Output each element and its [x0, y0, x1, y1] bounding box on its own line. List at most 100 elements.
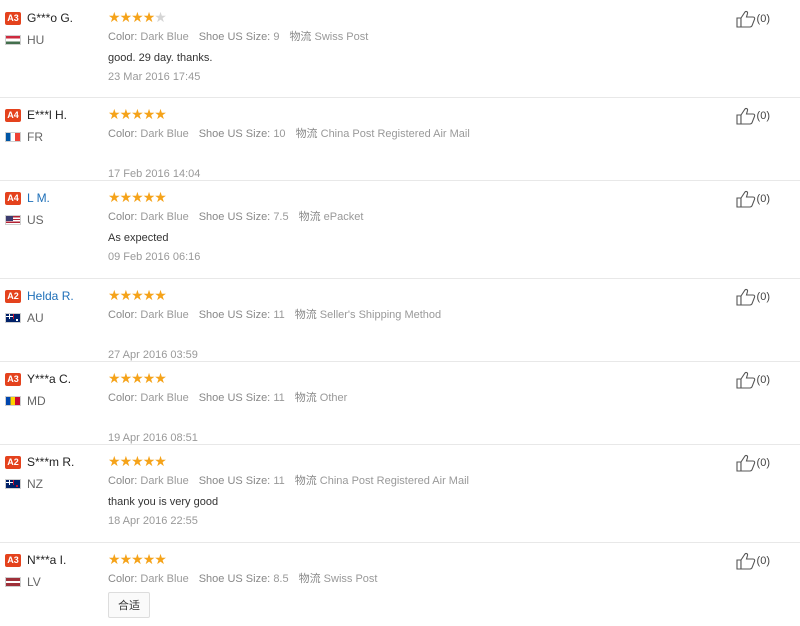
- helpful-button[interactable]: (0): [735, 552, 770, 570]
- shipping-label: 物流: [294, 392, 317, 404]
- shipping-label: 物流: [295, 128, 318, 140]
- color-value: Dark Blue: [140, 31, 189, 43]
- country-code: US: [27, 213, 44, 227]
- thumbs-up-icon[interactable]: [735, 454, 756, 472]
- star-icon: ★: [108, 551, 121, 567]
- star-icon: ★: [154, 189, 167, 205]
- thumbs-up-icon[interactable]: [735, 552, 756, 570]
- star-icon: ★: [142, 189, 156, 205]
- review-item: A4 E***l H. FR ★★★★★ Color: Dark Blue Shoe US…: [0, 97, 800, 181]
- star-icon: ★: [142, 106, 156, 122]
- review-item: A3 N***a I. LV ★★★★★ Color: Dark Blue Shoe US…: [0, 542, 800, 626]
- review-item: A3 G***o G. HU ★★★★★ Color: Dark Blue Shoe US…: [0, 0, 800, 98]
- buyer-level-badge: A2: [5, 455, 21, 469]
- review-date: 17 Feb 2016 14:04: [108, 168, 201, 180]
- star-icon: ★: [154, 106, 167, 122]
- star-icon: ★: [131, 189, 144, 205]
- reviewer-name[interactable]: L M.: [27, 191, 50, 205]
- country-code: AU: [27, 311, 44, 325]
- star-icon: ★: [108, 453, 121, 469]
- thumbs-up-icon[interactable]: [735, 190, 756, 208]
- review-text-empty: [108, 412, 708, 426]
- thumbs-up-icon[interactable]: [735, 10, 756, 28]
- helpful-count: (0): [756, 457, 770, 469]
- country-flag-icon: [5, 215, 21, 225]
- reviewer-name-line: A4 L M.: [5, 190, 105, 206]
- country-code: MD: [27, 394, 46, 408]
- reviewer-name-line: A2 Helda R.: [5, 288, 105, 304]
- color-value: Dark Blue: [140, 392, 189, 404]
- size-label: Shoe US Size:: [198, 128, 271, 140]
- country-flag-icon: [5, 35, 21, 45]
- reviewer-country: FR: [5, 130, 105, 144]
- reviewer-name: Y***a C.: [27, 372, 72, 386]
- helpful-count: (0): [756, 374, 770, 386]
- reviewer-info: A4 L M. US: [5, 190, 105, 227]
- review-date: 19 Apr 2016 08:51: [108, 432, 198, 444]
- review-content: ★★★★★ Color: Dark Blue Shoe US Size: 8.5 物流…: [108, 552, 708, 618]
- helpful-button[interactable]: (0): [735, 10, 770, 28]
- star-icon: ★: [131, 551, 144, 567]
- helpful-button[interactable]: (0): [735, 371, 770, 389]
- star-icon: ★: [131, 106, 144, 122]
- reviewer-name: N***a I.: [27, 553, 67, 567]
- star-icon: ★: [154, 551, 167, 567]
- reviewer-country: LV: [5, 575, 105, 589]
- size-value: 10: [273, 128, 286, 140]
- reviewer-info: A3 Y***a C. MD: [5, 371, 105, 408]
- review-date: 27 Apr 2016 03:59: [108, 349, 198, 361]
- helpful-button[interactable]: (0): [735, 190, 770, 208]
- helpful-button[interactable]: (0): [735, 288, 770, 306]
- reviewer-country: MD: [5, 394, 105, 408]
- star-icon: ★: [154, 9, 167, 25]
- buyer-level-badge: A3: [5, 372, 21, 386]
- shipping-value: Swiss Post: [314, 31, 369, 43]
- star-icon: ★: [119, 189, 133, 205]
- order-attributes: Color: Dark Blue Shoe US Size: 7.5 物流 ePac…: [108, 210, 708, 224]
- order-attributes: Color: Dark Blue Shoe US Size: 11 物流 China…: [108, 474, 708, 488]
- color-label: Color:: [108, 573, 138, 585]
- star-icon: ★: [108, 106, 121, 122]
- size-value: 8.5: [273, 573, 289, 585]
- helpful-button[interactable]: (0): [735, 454, 770, 472]
- reviewer-info: A3 N***a I. LV: [5, 552, 105, 589]
- country-code: LV: [27, 575, 41, 589]
- shipping-label: 物流: [289, 31, 312, 43]
- reviewer-name: G***o G.: [27, 11, 74, 25]
- color-label: Color:: [108, 309, 138, 321]
- buyer-level-badge: A4: [5, 108, 21, 122]
- review-text-empty: [108, 148, 708, 162]
- size-value: 11: [273, 475, 285, 487]
- order-attributes: Color: Dark Blue Shoe US Size: 11 物流 Selle…: [108, 308, 708, 322]
- reviewer-name-line: A2 S***m R.: [5, 454, 105, 470]
- size-label: Shoe US Size:: [198, 31, 271, 43]
- review-tag: 合适: [108, 592, 150, 618]
- thumbs-up-icon[interactable]: [735, 371, 756, 389]
- thumbs-up-icon[interactable]: [735, 107, 756, 125]
- star-icon: ★: [154, 453, 167, 469]
- reviewer-info: A2 Helda R. AU: [5, 288, 105, 325]
- review-content: ★★★★★ Color: Dark Blue Shoe US Size: 11 物流 …: [108, 288, 708, 362]
- order-attributes: Color: Dark Blue Shoe US Size: 11 物流 Other: [108, 391, 708, 405]
- reviewer-info: A4 E***l H. FR: [5, 107, 105, 144]
- star-icon: ★: [108, 189, 121, 205]
- reviewer-name[interactable]: Helda R.: [27, 289, 74, 303]
- shipping-value: China Post Registered Air Mail: [319, 475, 469, 487]
- helpful-count: (0): [756, 13, 770, 25]
- reviewer-name: S***m R.: [27, 455, 75, 469]
- helpful-button[interactable]: (0): [735, 107, 770, 125]
- country-code: FR: [27, 130, 43, 144]
- review-text: As expected: [108, 232, 169, 244]
- thumbs-up-icon[interactable]: [735, 288, 756, 306]
- star-icon: ★: [142, 287, 156, 303]
- country-flag-icon: [5, 313, 21, 323]
- star-rating: ★★★★★: [108, 552, 708, 568]
- review-content: ★★★★★ Color: Dark Blue Shoe US Size: 11 物流 …: [108, 371, 708, 445]
- size-value: 7.5: [273, 211, 289, 223]
- shipping-value: ePacket: [323, 211, 364, 223]
- star-rating: ★★★★★: [108, 454, 708, 470]
- review-content: ★★★★★ Color: Dark Blue Shoe US Size: 9 物流 S…: [108, 10, 708, 84]
- color-label: Color:: [108, 128, 138, 140]
- buyer-level-badge: A3: [5, 553, 21, 567]
- color-label: Color:: [108, 211, 138, 223]
